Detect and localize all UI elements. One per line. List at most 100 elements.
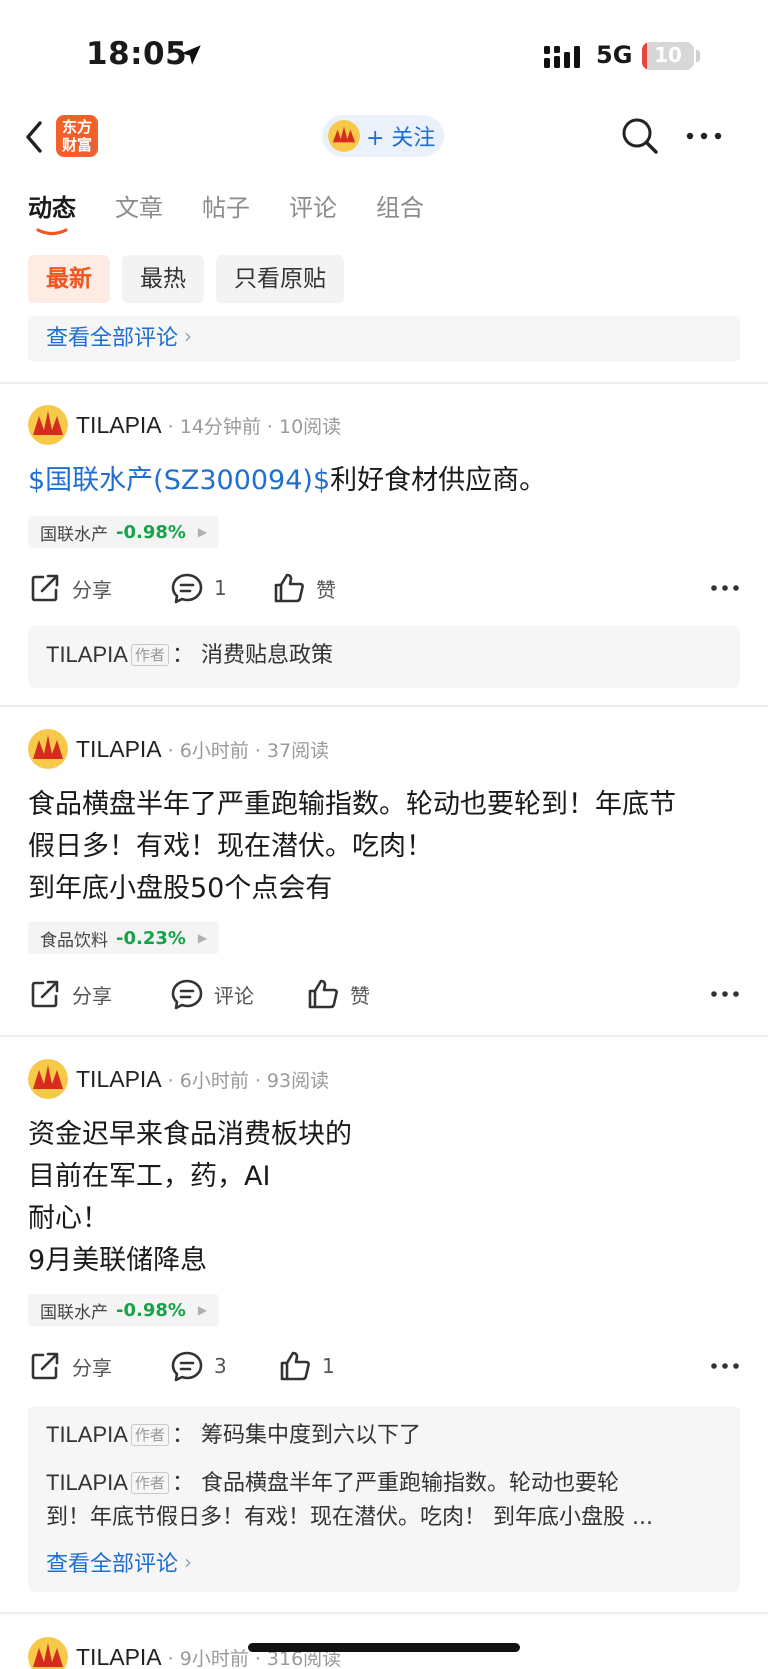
- comment-separator: ：: [171, 643, 201, 668]
- post-text[interactable]: 资金迟早来食品消费板块的 目前在军工，药，AI 耐心！ 9月美联储降息: [28, 1114, 744, 1282]
- share-button[interactable]: 分享: [28, 974, 112, 1014]
- author-name[interactable]: TILAPIA: [76, 1644, 162, 1669]
- post-actions: 分享 1 赞: [28, 568, 740, 608]
- comment-text: 消费贴息政策: [200, 643, 333, 668]
- like-button[interactable]: 赞: [306, 974, 370, 1014]
- tab-bar: 动态 文章 帖子 评论 组合: [28, 188, 463, 236]
- comment-item[interactable]: TILAPIA 作者： 筹码集中度到六以下了: [46, 1418, 421, 1453]
- share-label: 分享: [72, 577, 112, 602]
- post-text-content: 利好食材供应商。: [330, 465, 547, 496]
- share-button[interactable]: 分享: [28, 568, 112, 608]
- comment-text: 筹码集中度到六以下了: [200, 1423, 421, 1448]
- comment-icon: [171, 573, 203, 604]
- thumbs-up-icon: [280, 1351, 310, 1381]
- comment-item[interactable]: TILAPIA 作者： 食品横盘半年了严重跑输指数。轮动也要轮 到！年底节假日多！…: [46, 1466, 726, 1535]
- comment-author[interactable]: TILAPIA: [46, 1422, 128, 1447]
- follow-button[interactable]: + 关注: [322, 115, 444, 157]
- comment-box: TILAPIA 作者： 筹码集中度到六以下了 TILAPIA 作者： 食品横盘半年了…: [28, 1406, 740, 1592]
- post-header: TILAPIA · 6小时前 · 37阅读: [28, 728, 329, 770]
- author-name[interactable]: TILAPIA: [76, 412, 162, 439]
- search-icon[interactable]: [620, 116, 660, 156]
- post-actions: 分享 3 1: [28, 1346, 740, 1386]
- comment-separator: ：: [171, 1471, 201, 1496]
- post-time: · 9小时前: [167, 1647, 249, 1669]
- share-button[interactable]: 分享: [28, 1346, 112, 1386]
- post-item[interactable]: TILAPIA · 14分钟前 · 10阅读 $国联水产(SZ300094)$利…: [0, 404, 768, 706]
- post-item[interactable]: TILAPIA · 9小时前 · 316阅读: [0, 1636, 768, 1669]
- like-button[interactable]: 1: [278, 1346, 335, 1386]
- post-item[interactable]: TILAPIA · 6小时前 · 93阅读 资金迟早来食品消费板块的 目前在军工…: [0, 1058, 768, 1598]
- view-all-comments-link[interactable]: 查看全部评论 ›: [46, 320, 192, 352]
- tab-active-underline: [36, 228, 68, 236]
- divider: [0, 1035, 768, 1037]
- post-text[interactable]: $国联水产(SZ300094)$利好食材供应商。: [28, 460, 744, 502]
- filter-latest[interactable]: 最新: [28, 255, 110, 303]
- post-item[interactable]: TILAPIA · 6小时前 · 37阅读 食品横盘半年了严重跑输指数。轮动也要…: [0, 728, 768, 1028]
- thumbs-up-icon: [274, 573, 304, 603]
- tab-comments[interactable]: 评论: [289, 188, 337, 230]
- filter-hottest[interactable]: 最热: [122, 255, 204, 303]
- post-time: · 6小时前: [167, 739, 249, 762]
- stock-tag[interactable]: 国联水产 -0.98% ▶: [28, 1294, 220, 1326]
- post-reads: · 93阅读: [254, 1069, 330, 1092]
- like-label: 赞: [316, 577, 336, 602]
- author-avatar[interactable]: [28, 729, 68, 769]
- comment-icon: [171, 979, 203, 1010]
- author-avatar[interactable]: [28, 1637, 68, 1669]
- more-options-icon[interactable]: [710, 576, 740, 600]
- follow-label: + 关注: [366, 126, 436, 151]
- logo-text-top: 东方: [61, 118, 92, 136]
- caret-right-icon: ▶: [197, 1303, 208, 1317]
- comment-box: TILAPIA 作者： 消费贴息政策: [28, 626, 740, 688]
- comment-button[interactable]: 3: [170, 1346, 227, 1386]
- post-text-line: 目前在军工，药，AI: [28, 1161, 271, 1192]
- author-avatar[interactable]: [28, 405, 68, 445]
- stock-tag-name: 食品饮料: [40, 930, 108, 951]
- comment-button[interactable]: 1: [170, 568, 227, 608]
- share-icon: [31, 574, 59, 602]
- comment-button[interactable]: 评论: [170, 974, 254, 1014]
- more-options-icon[interactable]: [710, 1354, 740, 1378]
- chevron-right-icon: ›: [184, 324, 193, 348]
- stock-tag-name: 国联水产: [40, 1302, 108, 1323]
- more-options-icon[interactable]: [684, 124, 724, 148]
- comment-author[interactable]: TILAPIA: [46, 642, 128, 667]
- home-indicator[interactable]: [248, 1643, 520, 1652]
- app-logo: 东方 财富: [56, 115, 98, 157]
- author-avatar[interactable]: [28, 1059, 68, 1099]
- comment-author[interactable]: TILAPIA: [46, 1470, 128, 1495]
- comment-icon: [171, 1351, 203, 1382]
- comment-count: 3: [214, 1354, 227, 1378]
- user-avatar: [328, 120, 360, 152]
- share-label: 分享: [72, 983, 112, 1008]
- stock-tag[interactable]: 国联水产 -0.98% ▶: [28, 516, 220, 548]
- post-text[interactable]: 食品横盘半年了严重跑输指数。轮动也要轮到！年底节 假日多！有戏！现在潜伏。吃肉！…: [28, 784, 744, 910]
- stock-tag[interactable]: 食品饮料 -0.23% ▶: [28, 922, 220, 954]
- stock-link[interactable]: $国联水产(SZ300094)$: [28, 465, 330, 496]
- tab-dynamic[interactable]: 动态: [28, 188, 76, 236]
- comment-item[interactable]: TILAPIA 作者： 消费贴息政策: [46, 638, 333, 673]
- back-arrow-icon[interactable]: [20, 117, 50, 157]
- tab-posts[interactable]: 帖子: [202, 188, 250, 230]
- author-name[interactable]: TILAPIA: [76, 1066, 162, 1093]
- post-text-line: 9月美联储降息: [28, 1245, 208, 1276]
- tab-articles[interactable]: 文章: [115, 188, 163, 230]
- status-bar: 18:05 5G 10: [0, 0, 768, 100]
- stock-tag-change: -0.98%: [116, 1299, 186, 1321]
- stock-tag-change: -0.23%: [116, 927, 186, 949]
- author-name[interactable]: TILAPIA: [76, 736, 162, 763]
- tab-label: 文章: [115, 194, 163, 222]
- more-options-icon[interactable]: [710, 982, 740, 1006]
- post-actions: 分享 评论 赞: [28, 974, 740, 1014]
- post-time: · 14分钟前: [167, 415, 261, 438]
- filter-original-only[interactable]: 只看原贴: [216, 255, 344, 303]
- comment-text-continued: 到！年底节假日多！有戏！现在潜伏。吃肉！ 到年底小盘股 ...: [46, 1505, 653, 1530]
- network-type: 5G: [596, 41, 633, 69]
- author-badge: 作者: [130, 644, 169, 666]
- tab-portfolio[interactable]: 组合: [376, 188, 424, 230]
- like-button[interactable]: 赞: [272, 568, 336, 608]
- post-header: TILAPIA · 9小时前 · 316阅读: [28, 1636, 341, 1669]
- stock-tag-change: -0.98%: [116, 521, 186, 543]
- view-all-comments-link[interactable]: 查看全部评论 ›: [46, 1546, 192, 1578]
- share-icon: [31, 980, 59, 1008]
